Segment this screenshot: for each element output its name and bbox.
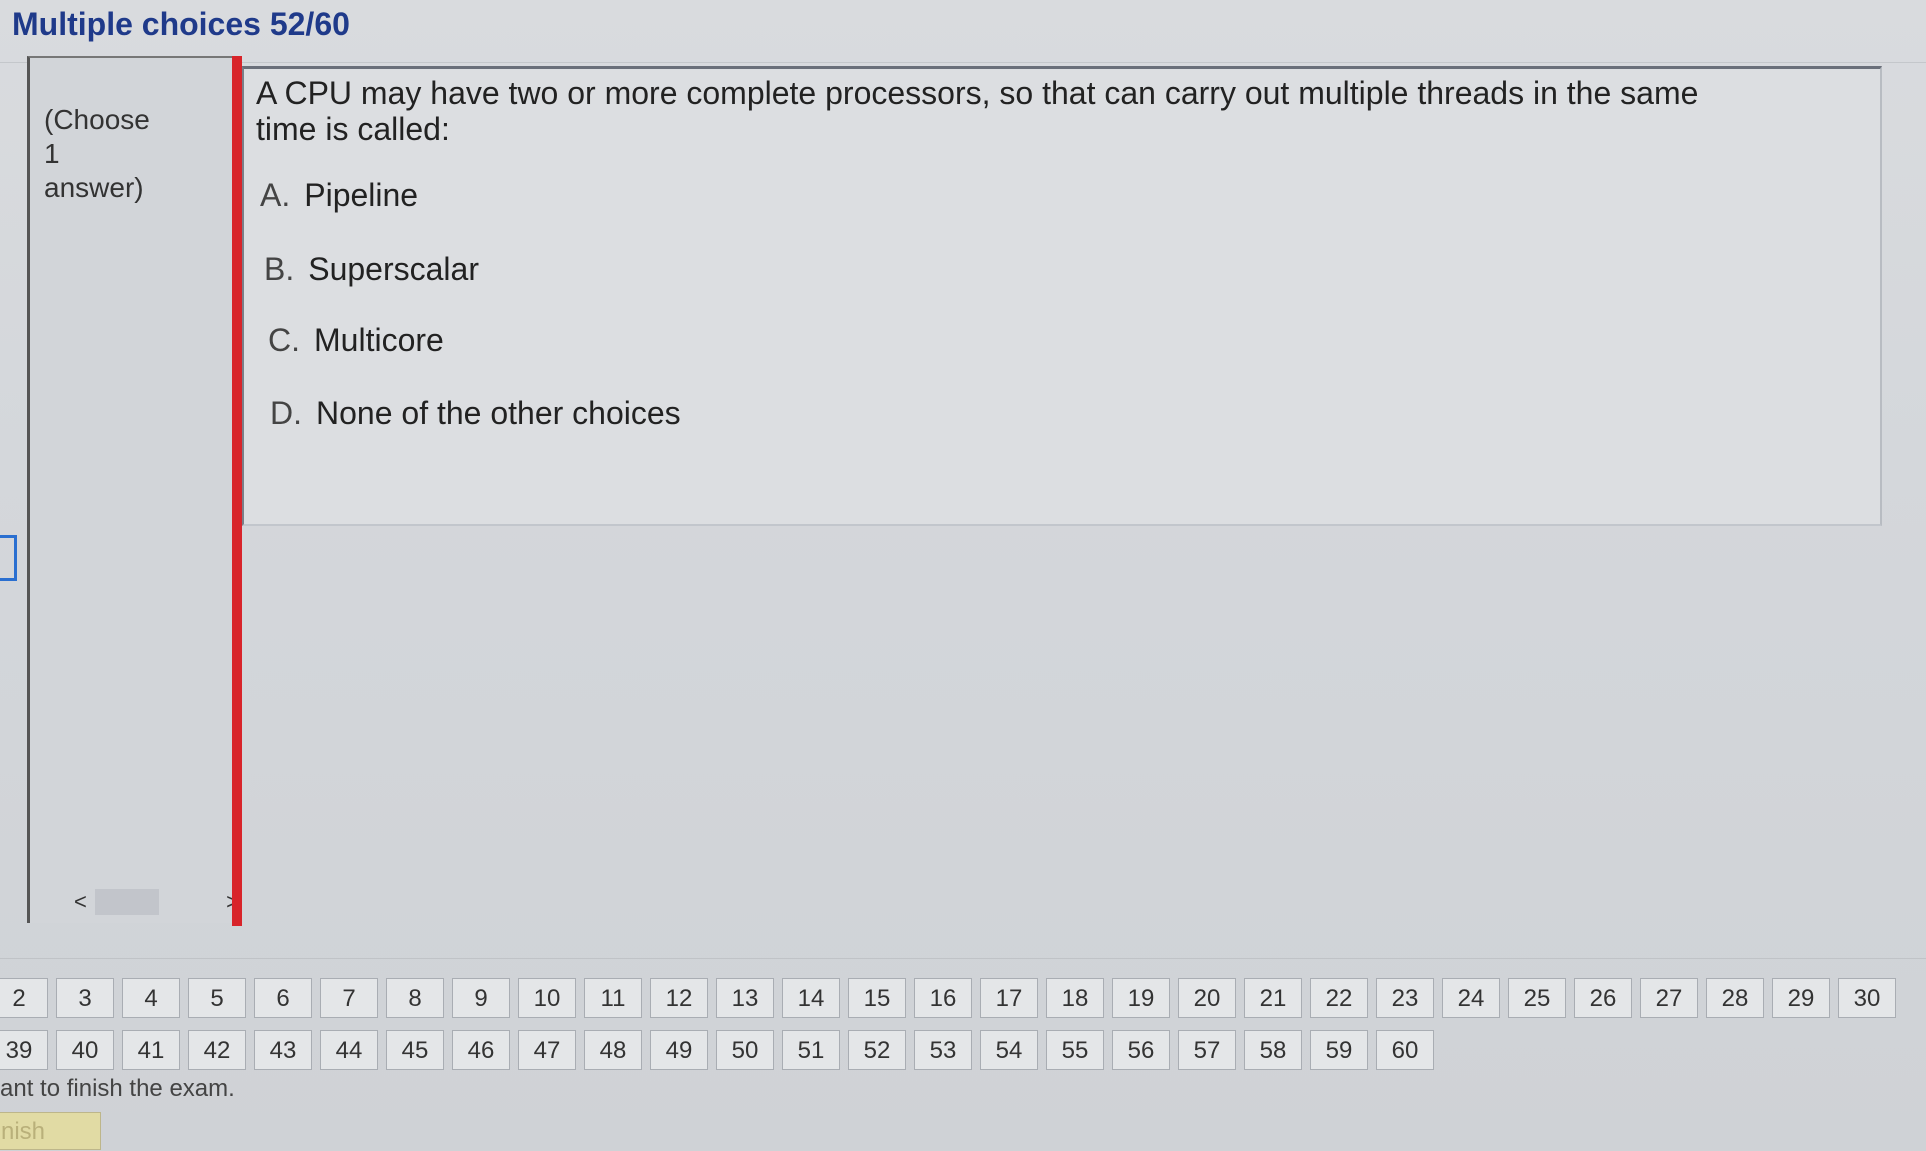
question-nav-button[interactable]: 9 [452, 978, 510, 1018]
scroll-thumb[interactable] [94, 889, 159, 915]
question-nav-button[interactable]: 5 [188, 978, 246, 1018]
option-b-text: Superscalar [308, 251, 479, 287]
question-nav-button[interactable]: 20 [1178, 978, 1236, 1018]
horizontal-scrollbar[interactable]: < > [74, 887, 239, 917]
option-c-text: Multicore [314, 322, 444, 358]
question-nav-button[interactable]: 41 [122, 1030, 180, 1070]
question-nav-button[interactable]: 16 [914, 978, 972, 1018]
question-nav-button[interactable]: 14 [782, 978, 840, 1018]
question-nav-button[interactable]: 15 [848, 978, 906, 1018]
option-d-text: None of the other choices [316, 395, 681, 431]
option-a[interactable]: A. Pipeline [260, 177, 418, 214]
question-nav-button[interactable]: 59 [1310, 1030, 1368, 1070]
question-nav-button[interactable]: 56 [1112, 1030, 1170, 1070]
question-nav-button[interactable]: 58 [1244, 1030, 1302, 1070]
answer-instruction: (Choose 1 answer) [44, 104, 150, 203]
question-nav-button[interactable]: 49 [650, 1030, 708, 1070]
question-nav-button[interactable]: 42 [188, 1030, 246, 1070]
question-nav-button[interactable]: 2 [0, 978, 48, 1018]
question-nav-button[interactable]: 8 [386, 978, 444, 1018]
option-c-letter: C. [268, 322, 300, 358]
option-d[interactable]: D. None of the other choices [270, 395, 681, 432]
question-nav-button[interactable]: 24 [1442, 978, 1500, 1018]
question-nav-button[interactable]: 17 [980, 978, 1038, 1018]
question-nav-button[interactable]: 6 [254, 978, 312, 1018]
question-text: A CPU may have two or more complete proc… [256, 75, 1699, 147]
question-nav-button[interactable]: 29 [1772, 978, 1830, 1018]
side-panel: (Choose 1 answer) < > [27, 56, 239, 923]
left-edge-marker [0, 535, 17, 581]
question-nav-button[interactable]: 18 [1046, 978, 1104, 1018]
question-nav-button[interactable]: 22 [1310, 978, 1368, 1018]
finish-instruction: ant to finish the exam. [0, 1075, 235, 1102]
question-nav-button[interactable]: 27 [1640, 978, 1698, 1018]
current-question-indicator [232, 56, 242, 926]
question-nav-button[interactable]: 52 [848, 1030, 906, 1070]
question-nav-button[interactable]: 3 [56, 978, 114, 1018]
question-nav-button[interactable]: 23 [1376, 978, 1434, 1018]
title-divider [0, 62, 1926, 63]
question-nav-button[interactable]: 39 [0, 1030, 48, 1070]
question-nav-button[interactable]: 51 [782, 1030, 840, 1070]
scroll-left-icon[interactable]: < [74, 889, 87, 915]
finish-button[interactable]: nish [0, 1112, 101, 1150]
option-a-text: Pipeline [304, 177, 419, 213]
question-nav-button[interactable]: 55 [1046, 1030, 1104, 1070]
option-c[interactable]: C. Multicore [268, 322, 444, 359]
question-nav-row-2: 39 40 41 42 43 44 45 46 47 48 49 50 51 5… [0, 1030, 1442, 1070]
option-d-letter: D. [270, 395, 302, 431]
option-b-letter: B. [264, 251, 295, 287]
question-nav-button[interactable]: 19 [1112, 978, 1170, 1018]
question-nav-button[interactable]: 46 [452, 1030, 510, 1070]
question-nav-button[interactable]: 12 [650, 978, 708, 1018]
option-b[interactable]: B. Superscalar [264, 251, 479, 288]
question-nav-button[interactable]: 21 [1244, 978, 1302, 1018]
question-nav-button[interactable]: 54 [980, 1030, 1038, 1070]
question-nav-button[interactable]: 45 [386, 1030, 444, 1070]
question-nav-button[interactable]: 30 [1838, 978, 1896, 1018]
question-nav-button[interactable]: 28 [1706, 978, 1764, 1018]
question-nav-button[interactable]: 10 [518, 978, 576, 1018]
question-panel: A CPU may have two or more complete proc… [242, 66, 1882, 526]
page-title: Multiple choices 52/60 [12, 6, 350, 42]
question-nav-row-1: 2 3 4 5 6 7 8 9 10 11 12 13 14 15 16 17 … [0, 978, 1904, 1018]
question-nav-button[interactable]: 60 [1376, 1030, 1434, 1070]
question-nav-button[interactable]: 25 [1508, 978, 1566, 1018]
question-nav-button[interactable]: 11 [584, 978, 642, 1018]
question-nav-button[interactable]: 26 [1574, 978, 1632, 1018]
question-nav-button[interactable]: 40 [56, 1030, 114, 1070]
option-a-letter: A. [260, 177, 291, 213]
question-nav-button[interactable]: 13 [716, 978, 774, 1018]
question-nav-button[interactable]: 43 [254, 1030, 312, 1070]
question-nav-button[interactable]: 44 [320, 1030, 378, 1070]
navigator-divider [0, 958, 1926, 959]
question-nav-button[interactable]: 57 [1178, 1030, 1236, 1070]
question-nav-button[interactable]: 7 [320, 978, 378, 1018]
question-nav-button[interactable]: 48 [584, 1030, 642, 1070]
question-nav-button[interactable]: 47 [518, 1030, 576, 1070]
question-nav-button[interactable]: 53 [914, 1030, 972, 1070]
question-nav-button[interactable]: 4 [122, 978, 180, 1018]
question-nav-button[interactable]: 50 [716, 1030, 774, 1070]
